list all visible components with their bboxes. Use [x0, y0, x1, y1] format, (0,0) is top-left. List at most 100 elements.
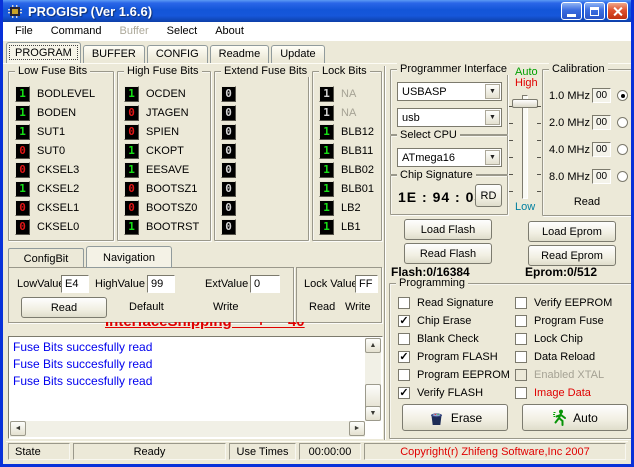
- minimize-button[interactable]: [561, 2, 582, 20]
- fuse-bit-row[interactable]: 1 EESAVE: [124, 160, 210, 179]
- fuse-bit-row[interactable]: 0 BOOTSZ0: [124, 198, 210, 217]
- menu-item[interactable]: Command: [42, 23, 111, 40]
- fuse-bit-led[interactable]: 0: [124, 200, 139, 216]
- fuse-bit-row[interactable]: 1 SUT1: [15, 122, 113, 141]
- scroll-down-icon[interactable]: ▼: [365, 406, 381, 421]
- calibration-value-field[interactable]: 00: [592, 115, 611, 130]
- fuse-bit-led[interactable]: 1: [15, 86, 30, 102]
- read-eprom-button[interactable]: Read Eprom: [528, 245, 616, 266]
- fuse-bit-row[interactable]: 0 SPIEN: [124, 122, 210, 141]
- fuse-bit-led[interactable]: 0: [221, 162, 236, 178]
- menu-item[interactable]: File: [6, 23, 42, 40]
- auto-button[interactable]: Auto: [522, 404, 628, 431]
- tab-navigation[interactable]: Navigation: [86, 246, 172, 268]
- tab[interactable]: Update: [271, 45, 324, 63]
- checkbox[interactable]: [515, 315, 527, 327]
- menu-item[interactable]: Select: [158, 23, 207, 40]
- tab[interactable]: BUFFER: [83, 45, 145, 63]
- programming-option[interactable]: Chip Erase: [398, 312, 515, 330]
- calibration-radio[interactable]: [617, 171, 628, 182]
- fuse-bit-led[interactable]: 0: [221, 219, 236, 235]
- fuse-bit-row[interactable]: 0: [221, 160, 308, 179]
- message-log[interactable]: Fuse Bits succesfully readFuse Bits succ…: [8, 336, 383, 439]
- programming-option[interactable]: Lock Chip: [515, 330, 632, 348]
- lock-bit-led[interactable]: 1: [319, 162, 334, 178]
- fuse-bit-row[interactable]: 0: [221, 141, 308, 160]
- tab[interactable]: PROGRAM: [6, 42, 81, 63]
- fuse-bit-row[interactable]: 1 BODLEVEL: [15, 84, 113, 103]
- fuse-bit-led[interactable]: 0: [221, 124, 236, 140]
- fuse-bit-row[interactable]: 0: [221, 198, 308, 217]
- lock-bit-led[interactable]: 1: [319, 143, 334, 159]
- lock-read-button[interactable]: Read: [309, 301, 335, 313]
- fuse-bit-led[interactable]: 0: [15, 219, 30, 235]
- scroll-right-icon[interactable]: ►: [349, 421, 365, 436]
- fuse-bit-led[interactable]: 0: [221, 200, 236, 216]
- calibration-value-field[interactable]: 00: [592, 88, 611, 103]
- fuse-bit-led[interactable]: 1: [15, 124, 30, 140]
- fuse-bit-row[interactable]: 1 CKSEL2: [15, 179, 113, 198]
- calibration-radio[interactable]: [617, 90, 628, 101]
- fuse-bit-led[interactable]: 0: [221, 105, 236, 121]
- fuse-bit-row[interactable]: 0: [221, 179, 308, 198]
- lock-bit-row[interactable]: 1 BLB02: [319, 160, 381, 179]
- fuse-bit-row[interactable]: 0: [221, 122, 308, 141]
- read-flash-button[interactable]: Read Flash: [404, 243, 492, 264]
- scroll-up-icon[interactable]: ▲: [365, 338, 381, 353]
- checkbox[interactable]: [515, 351, 527, 363]
- fuse-bit-row[interactable]: 0: [221, 84, 308, 103]
- fuse-bit-led[interactable]: 0: [124, 181, 139, 197]
- lock-bit-row[interactable]: 1 BLB01: [319, 179, 381, 198]
- programming-option[interactable]: Program Fuse: [515, 312, 632, 330]
- fuse-bit-led[interactable]: 0: [15, 200, 30, 216]
- fuse-bit-row[interactable]: 0 JTAGEN: [124, 103, 210, 122]
- chevron-down-icon[interactable]: ▼: [485, 150, 500, 165]
- fuse-bit-row[interactable]: 0: [221, 103, 308, 122]
- load-flash-button[interactable]: Load Flash: [404, 219, 492, 240]
- fuse-bit-row[interactable]: 0 BOOTSZ1: [124, 179, 210, 198]
- checkbox[interactable]: [398, 387, 410, 399]
- calibration-radio[interactable]: [617, 117, 628, 128]
- lock-bit-row[interactable]: 1 BLB11: [319, 141, 381, 160]
- fuse-bit-row[interactable]: 1 CKOPT: [124, 141, 210, 160]
- tab-configbit[interactable]: ConfigBit: [8, 248, 84, 268]
- fuse-bit-led[interactable]: 0: [221, 181, 236, 197]
- fuse-bit-led[interactable]: 1: [124, 219, 139, 235]
- programming-option[interactable]: Data Reload: [515, 348, 632, 366]
- lock-write-button[interactable]: Write: [345, 301, 370, 313]
- programming-option[interactable]: Enabled XTAL: [515, 366, 632, 384]
- calibration-radio[interactable]: [617, 144, 628, 155]
- lowvalue-field[interactable]: E4: [61, 275, 89, 293]
- checkbox[interactable]: [398, 315, 410, 327]
- fuse-bit-led[interactable]: 0: [15, 143, 30, 159]
- calibration-value-field[interactable]: 00: [592, 142, 611, 157]
- fuse-bit-led[interactable]: 1: [15, 105, 30, 121]
- fuse-bit-led[interactable]: 1: [15, 181, 30, 197]
- fuse-bit-row[interactable]: 0 CKSEL3: [15, 160, 113, 179]
- vertical-scrollbar[interactable]: ▲ ▼: [365, 338, 381, 421]
- fuse-bit-row[interactable]: 1 BODEN: [15, 103, 113, 122]
- slider-thumb[interactable]: [512, 99, 538, 108]
- lock-bit-led[interactable]: 1: [319, 105, 334, 121]
- lock-bit-row[interactable]: 1 LB2: [319, 198, 381, 217]
- load-eprom-button[interactable]: Load Eprom: [528, 221, 616, 242]
- chevron-down-icon[interactable]: ▼: [485, 110, 500, 125]
- fuse-bit-led[interactable]: 0: [221, 86, 236, 102]
- programming-option[interactable]: Image Data: [515, 384, 632, 402]
- fuse-read-button[interactable]: Read: [21, 297, 107, 318]
- lock-bit-led[interactable]: 1: [319, 86, 334, 102]
- menu-item[interactable]: About: [206, 23, 253, 40]
- read-signature-button[interactable]: RD: [475, 184, 502, 207]
- fuse-bit-led[interactable]: 1: [124, 162, 139, 178]
- interface-select[interactable]: USBASP ▼: [397, 82, 502, 101]
- fuse-bit-row[interactable]: 0: [221, 217, 308, 236]
- lock-bit-row[interactable]: 1 BLB12: [319, 122, 381, 141]
- lock-bit-led[interactable]: 1: [319, 181, 334, 197]
- fuse-bit-led[interactable]: 0: [124, 105, 139, 121]
- erase-button[interactable]: Erase: [402, 404, 508, 431]
- checkbox[interactable]: [515, 369, 527, 381]
- fuse-bit-led[interactable]: 0: [15, 162, 30, 178]
- scroll-left-icon[interactable]: ◄: [10, 421, 26, 436]
- chevron-down-icon[interactable]: ▼: [485, 84, 500, 99]
- port-select[interactable]: usb ▼: [397, 108, 502, 127]
